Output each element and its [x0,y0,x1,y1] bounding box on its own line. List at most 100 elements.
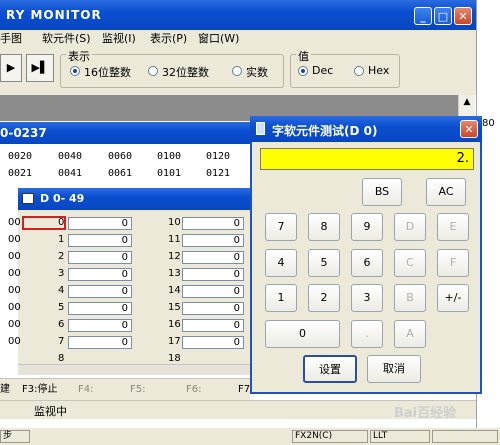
fkey-f7[interactable]: F7 [238,381,250,398]
register-value-field[interactable]: 0 [182,217,244,230]
watermark: Bai百经验 [394,406,457,421]
radio-32bit-label: 32位整数 [162,66,209,79]
grid-area: 0020 0040 0060 0100 0120 0021 0041 0061 … [0,144,250,182]
fkey-f5[interactable]: F5: [130,381,145,398]
sign-toggle-button[interactable]: +/- [437,284,469,312]
selected-cell-marker[interactable] [22,216,66,230]
row-prefix: 00 [8,217,21,228]
calc-title: 字软元件测试(D 0) [272,124,378,138]
register-value-field[interactable]: 0 [68,319,132,332]
radio-dec[interactable] [298,66,308,76]
register-value-field[interactable]: 0 [68,336,132,349]
radio-32bit[interactable] [148,66,158,76]
radio-hex-label: Hex [368,64,390,77]
decimal-point-button[interactable]: . [351,320,383,348]
register-value-field[interactable]: 0 [68,268,132,281]
grid-cell: 0100 [157,151,182,162]
fkey-f3-stop[interactable]: F3:停止 [22,381,57,398]
value-group-label: 值 [296,48,311,64]
key-4[interactable]: 4 [265,249,297,277]
radio-hex[interactable] [354,66,364,76]
d-window-title-bar: D 0- 49 [18,188,250,210]
main-title-bar: RY MONITOR _ □ ✕ [0,0,476,30]
row-prefix: 00 [8,285,21,296]
radio-16bit-label: 16位整数 [84,66,131,79]
register-value-field[interactable]: 0 [68,251,132,264]
minimize-button[interactable]: _ [414,7,432,25]
register-label: 12 [168,251,181,262]
register-label: 1 [58,234,65,245]
d-window-hscroll[interactable] [18,364,250,375]
register-label: 4 [58,285,65,296]
calc-display: 2. [260,148,474,170]
menu-item-display[interactable]: 表示(P) [150,30,187,48]
register-value-field[interactable]: 0 [182,234,244,247]
menu-item-monitor[interactable]: 监视(I) [102,30,136,48]
register-label: 6 [58,319,65,330]
key-e[interactable]: E [437,213,469,241]
status-llt: LLT [370,430,430,443]
all-clear-button[interactable]: AC [426,178,466,206]
key-b[interactable]: B [394,284,426,312]
key-7[interactable]: 7 [265,213,297,241]
grid-cell: 0121 [206,168,231,179]
grid-cell: 0061 [108,168,133,179]
key-1[interactable]: 1 [265,284,297,312]
menu-item-partial[interactable]: 手图 [0,30,22,48]
set-button[interactable]: 设置 [303,355,357,383]
register-label: 2 [58,251,65,262]
key-3[interactable]: 3 [351,284,383,312]
key-2[interactable]: 2 [308,284,340,312]
main-body: 手图 软元件(S) 监视(I) 表示(P) 窗口(W) ▶ ▶▌ 表示 16位整… [0,30,476,95]
register-value-field[interactable]: 0 [182,336,244,349]
key-8[interactable]: 8 [308,213,340,241]
menu-item-window[interactable]: 窗口(W) [198,30,239,48]
register-value-field[interactable]: 0 [68,302,132,315]
fkey-f4[interactable]: F4: [78,381,93,398]
key-6[interactable]: 6 [351,249,383,277]
register-value-field[interactable]: 0 [182,285,244,298]
register-value-field[interactable]: 0 [68,217,132,230]
register-value-field[interactable]: 0 [182,302,244,315]
grid-title-bar: 0-0237 [0,122,250,144]
play-button[interactable]: ▶ [0,54,22,82]
fkey-label[interactable]: 建 [0,381,10,398]
cancel-button[interactable]: 取消 [367,355,421,383]
grid-cell: 0040 [58,151,83,162]
row-prefix: 00 [8,302,21,313]
maximize-button[interactable]: □ [434,7,452,25]
grid-cell: 0101 [157,168,182,179]
radio-16bit[interactable] [70,66,80,76]
status-extra [432,430,498,443]
register-value-field[interactable]: 0 [68,285,132,298]
fkey-f6[interactable]: F6: [186,381,201,398]
radio-real[interactable] [232,66,242,76]
key-a[interactable]: A [394,320,426,348]
grid-range-label: 0-0237 [0,126,47,140]
register-value-field[interactable]: 0 [182,319,244,332]
key-9[interactable]: 9 [351,213,383,241]
key-f[interactable]: F [437,249,469,277]
key-d[interactable]: D [394,213,426,241]
status-plc: FX2N(C) [292,430,368,443]
key-5[interactable]: 5 [308,249,340,277]
register-value-field[interactable]: 0 [68,234,132,247]
register-label: 7 [58,336,65,347]
key-0[interactable]: 0 [265,320,340,348]
backspace-button[interactable]: BS [362,178,402,206]
register-label: 5 [58,302,65,313]
d-window-title: D 0- 49 [40,192,85,205]
row-prefix: 00 [8,251,21,262]
close-button[interactable]: ✕ [454,7,472,25]
calc-close-button[interactable]: ✕ [460,120,478,138]
d-window-icon [22,193,34,204]
menu-item-software[interactable]: 软元件(S) [42,30,91,48]
right-edge-text: 80 [482,118,495,129]
register-label: 8 [58,353,65,364]
key-c[interactable]: C [394,249,426,277]
step-button[interactable]: ▶▌ [26,54,54,82]
status-left: 步 [0,430,30,443]
register-value-field[interactable]: 0 [182,251,244,264]
register-value-field[interactable]: 0 [182,268,244,281]
register-label: 13 [168,268,181,279]
